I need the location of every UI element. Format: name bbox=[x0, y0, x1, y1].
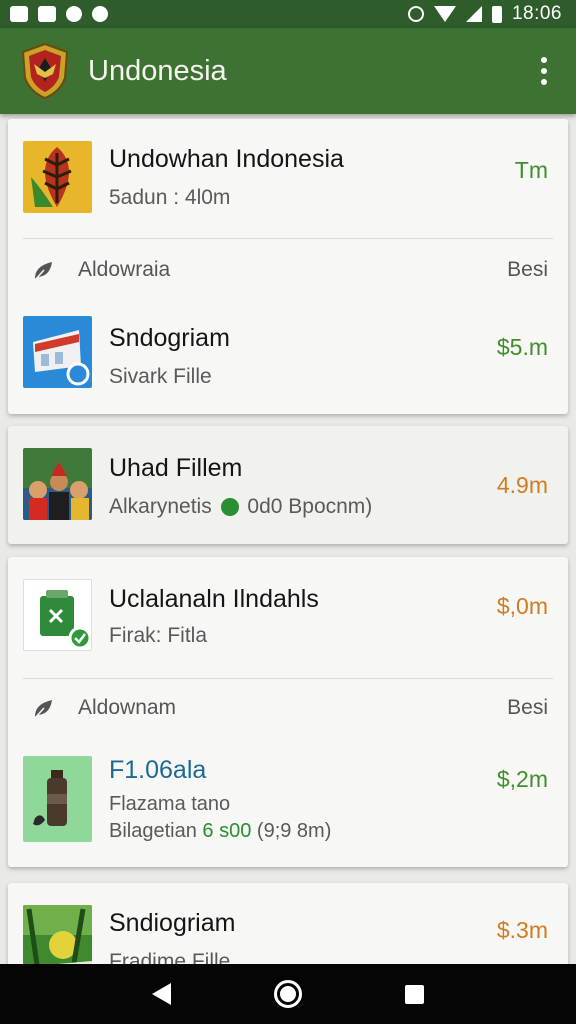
item-price: $.3m bbox=[496, 917, 548, 943]
list-item[interactable]: Sndogriam Sivark Fille $5.m bbox=[8, 302, 568, 402]
item-subtitle: Flazama tano bbox=[109, 793, 231, 815]
section-label: Aldowraia bbox=[78, 258, 171, 281]
garuda-emblem-icon[interactable] bbox=[20, 42, 70, 100]
signal-icon bbox=[465, 6, 482, 22]
item-subtitle: Fradime Fille bbox=[109, 950, 231, 964]
divider bbox=[23, 238, 553, 239]
item-subtitle: Alkarynetis 0d0 Bpocnm) bbox=[109, 495, 372, 519]
item-title: F1.06ala bbox=[109, 756, 207, 784]
battery-icon bbox=[491, 5, 502, 23]
item-subtitle-prefix: Bilagetian bbox=[109, 820, 197, 842]
section-label: Aldownam bbox=[78, 696, 177, 719]
list-card: Undowhan Indonesia 5adun : 4l0m Tm Aldow… bbox=[8, 119, 568, 414]
image-icon bbox=[10, 6, 28, 22]
item-price: Tm bbox=[514, 157, 548, 183]
content-list: Undowhan Indonesia 5adun : 4l0m Tm Aldow… bbox=[0, 114, 576, 964]
spreadsheet-app-icon bbox=[23, 579, 92, 651]
item-title: Undowhan Indonesia bbox=[109, 145, 344, 173]
wifi-icon bbox=[433, 6, 456, 22]
crowd-photo-icon bbox=[23, 448, 92, 520]
item-title: Sndiogriam bbox=[109, 909, 236, 937]
nature-photo-icon bbox=[23, 905, 92, 964]
item-subtitle-prefix: Alkarynetis bbox=[109, 495, 212, 518]
item-subtitle: Firak: Fitla bbox=[109, 624, 208, 647]
item-title: Uhad Fillem bbox=[109, 454, 243, 482]
alarm-icon bbox=[407, 6, 424, 22]
list-item[interactable]: Uclalanaln Ilndahls Firak: Fitla $,0m bbox=[8, 557, 568, 657]
list-item[interactable]: Sndiogriam Fradime Fille $.3m bbox=[8, 883, 568, 964]
section-header: Aldownam Besi bbox=[8, 678, 568, 740]
whatsapp-icon bbox=[220, 498, 239, 516]
back-icon[interactable] bbox=[151, 983, 171, 1005]
building-app-icon bbox=[23, 316, 92, 388]
notification-icon bbox=[66, 6, 82, 22]
leaf-icon bbox=[34, 700, 52, 719]
section-right[interactable]: Besi bbox=[507, 258, 548, 282]
item-price: 4.9m bbox=[496, 472, 548, 498]
overflow-menu-icon[interactable] bbox=[532, 53, 556, 89]
recent-apps-icon[interactable] bbox=[405, 984, 425, 1004]
item-subtitle-suffix: 0d0 Bpocnm) bbox=[247, 495, 373, 518]
item-price: $5.m bbox=[496, 334, 548, 360]
navigation-bar bbox=[0, 964, 576, 1024]
leaf-emblem-icon bbox=[23, 141, 92, 213]
list-card: Sndiogriam Fradime Fille $.3m bbox=[8, 883, 568, 964]
item-subtitle-suffix: (9;9 8m) bbox=[256, 820, 332, 842]
item-subtitle: 5adun : 4l0m bbox=[109, 186, 231, 209]
section-right[interactable]: Besi bbox=[507, 696, 548, 720]
list-item[interactable]: F1.06ala Flazama tano Bilagetian 6 s00 (… bbox=[8, 740, 568, 865]
leaf-icon bbox=[34, 262, 52, 281]
item-title: Sndogriam bbox=[109, 324, 230, 352]
item-price: $,0m bbox=[496, 593, 548, 619]
home-icon[interactable] bbox=[273, 980, 302, 1008]
app-title: Undonesia bbox=[88, 54, 227, 87]
status-time: 18:06 bbox=[511, 3, 562, 24]
app-bar: Undonesia bbox=[0, 28, 576, 114]
bottle-product-icon bbox=[23, 756, 92, 842]
list-card: Uhad Fillem Alkarynetis 0d0 Bpocnm) 4.9m bbox=[8, 426, 568, 544]
whatsapp-icon bbox=[92, 6, 108, 22]
item-price: $,2m bbox=[496, 766, 548, 792]
status-bar: 18:06 bbox=[0, 0, 576, 28]
item-title: Uclalanaln Ilndahls bbox=[109, 585, 319, 613]
list-item[interactable]: Uhad Fillem Alkarynetis 0d0 Bpocnm) 4.9m bbox=[8, 426, 568, 526]
list-item[interactable]: Undowhan Indonesia 5adun : 4l0m Tm bbox=[8, 119, 568, 219]
photo-icon bbox=[38, 6, 56, 22]
item-subtitle: Sivark Fille bbox=[109, 365, 212, 388]
item-subtitle-2: Bilagetian 6 s00 (9;9 8m) bbox=[109, 820, 331, 843]
item-subtitle-highlight: 6 s00 bbox=[202, 820, 252, 842]
list-card: Uclalanaln Ilndahls Firak: Fitla $,0m Al… bbox=[8, 557, 568, 867]
section-header: Aldowraia Besi bbox=[8, 240, 568, 302]
